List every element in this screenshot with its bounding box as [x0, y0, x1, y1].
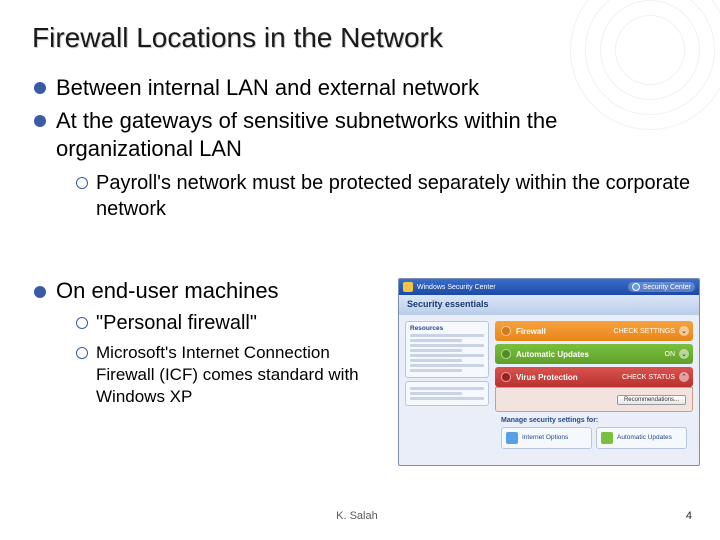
author: K. Salah — [28, 510, 686, 522]
firewall-label: Firewall — [516, 327, 546, 336]
virus-detail-panel: Recommendations... — [495, 387, 693, 412]
updates-status-icon — [501, 349, 511, 359]
collapse-icon[interactable]: ⌃ — [679, 372, 689, 382]
firewall-status-icon — [501, 326, 511, 336]
manage-section: Manage security settings for: Internet O… — [495, 415, 693, 455]
virus-status-icon — [501, 372, 511, 382]
bullet-gateways: At the gateways of sensitive subnetworks… — [32, 107, 692, 164]
updates-row[interactable]: Automatic Updates ON ⌄ — [495, 344, 693, 364]
sidebar-secondary-panel — [405, 381, 489, 406]
left-column: On end-user machines "Personal firewall"… — [32, 278, 382, 466]
expand-icon[interactable]: ⌄ — [679, 326, 689, 336]
security-center-badge: Security Center — [628, 282, 695, 292]
banner: Security essentials — [399, 295, 699, 315]
slide-title: Firewall Locations in the Network — [32, 22, 443, 54]
globe-icon — [506, 432, 518, 444]
firewall-row[interactable]: Firewall CHECK SETTINGS ⌄ — [495, 321, 693, 341]
window-title: Windows Security Center — [417, 284, 496, 291]
manage-heading: Manage security settings for: — [501, 417, 687, 424]
updates-icon — [601, 432, 613, 444]
card-label: Automatic Updates — [617, 434, 672, 441]
bullet-between-lan: Between internal LAN and external networ… — [32, 74, 692, 103]
virus-row[interactable]: Virus Protection CHECK STATUS ⌃ — [495, 367, 693, 387]
subbullet-payroll: Payroll's network must be protected sepa… — [32, 170, 692, 222]
virus-status: CHECK STATUS — [622, 374, 687, 381]
shield-icon — [403, 282, 413, 292]
badge-label: Security Center — [643, 284, 691, 291]
security-center-window: Windows Security Center Security Center … — [398, 278, 700, 466]
sidebar: Resources — [405, 321, 489, 455]
card-label: Internet Options — [522, 434, 568, 441]
firewall-status: CHECK SETTINGS — [614, 328, 687, 335]
updates-label: Automatic Updates — [516, 350, 589, 359]
recommendations-button[interactable]: Recommendations... — [617, 395, 686, 405]
virus-label: Virus Protection — [516, 373, 578, 382]
shield-small-icon — [632, 283, 640, 291]
sidebar-heading: Resources — [410, 325, 484, 332]
bullet-end-user: On end-user machines — [32, 278, 382, 304]
main-panel: Firewall CHECK SETTINGS ⌄ Automatic Upda… — [495, 321, 693, 455]
sidebar-resources-panel: Resources — [405, 321, 489, 378]
page-number: 4 — [686, 510, 692, 522]
slide-footer: K. Salah 4 — [0, 510, 720, 522]
subbullet-icf: Microsoft's Internet Connection Firewall… — [32, 342, 382, 408]
internet-options-card[interactable]: Internet Options — [501, 427, 592, 449]
subbullet-personal-firewall: "Personal firewall" — [32, 310, 382, 336]
expand-icon[interactable]: ⌄ — [679, 349, 689, 359]
window-titlebar: Windows Security Center Security Center — [399, 279, 699, 295]
automatic-updates-card[interactable]: Automatic Updates — [596, 427, 687, 449]
slide-body: Between internal LAN and external networ… — [32, 74, 692, 226]
